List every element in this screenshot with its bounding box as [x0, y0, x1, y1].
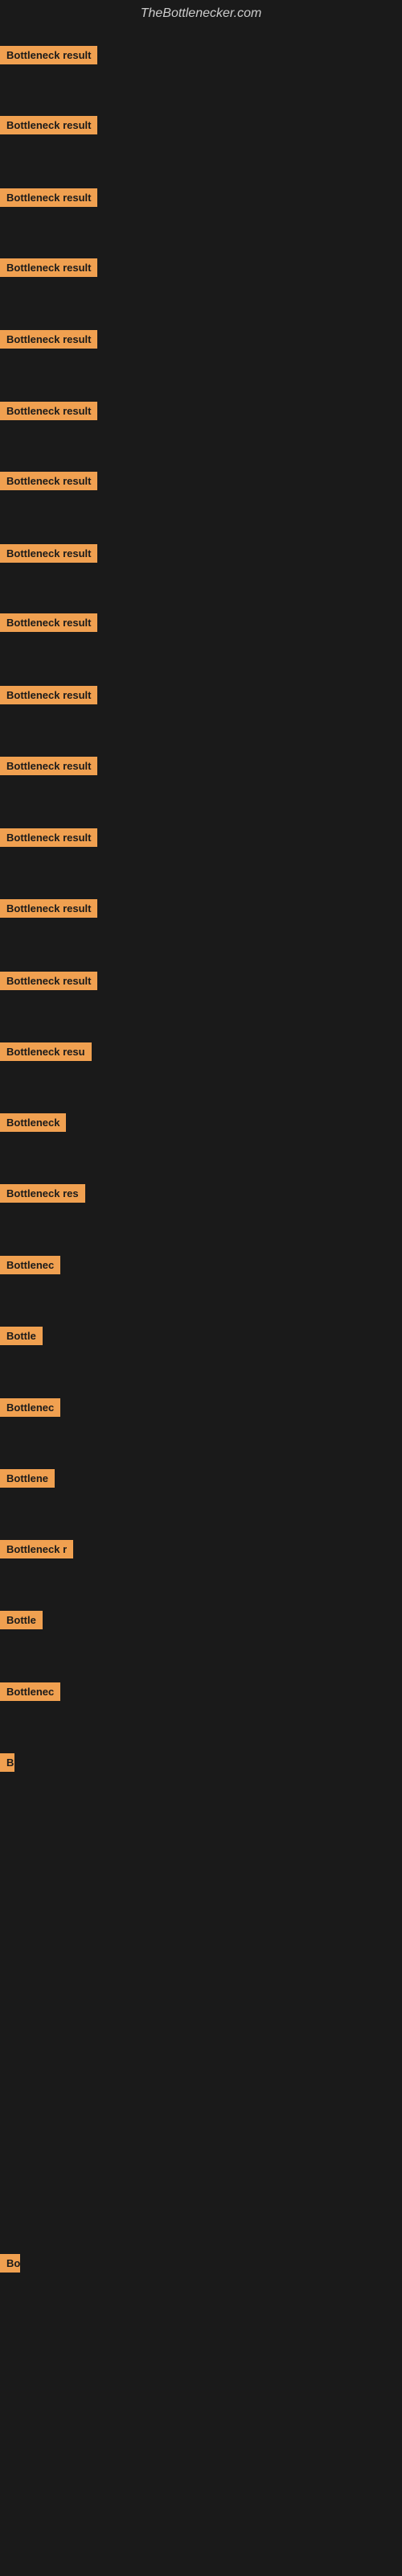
- bottleneck-badge[interactable]: Bottleneck result: [0, 116, 97, 134]
- bottleneck-badge[interactable]: Bo: [0, 2254, 20, 2273]
- bottleneck-badge[interactable]: Bottlenec: [0, 1682, 60, 1701]
- bottleneck-badge[interactable]: Bottle: [0, 1327, 43, 1345]
- bottleneck-item: Bo: [0, 2254, 20, 2273]
- bottleneck-badge[interactable]: Bottleneck result: [0, 258, 97, 277]
- bottleneck-item: Bottleneck result: [0, 828, 97, 847]
- bottleneck-item: Bottleneck result: [0, 899, 97, 918]
- bottleneck-badge[interactable]: Bottlenec: [0, 1256, 60, 1274]
- bottleneck-badge[interactable]: Bottleneck result: [0, 188, 97, 207]
- bottleneck-badge[interactable]: Bottleneck result: [0, 757, 97, 775]
- bottleneck-badge[interactable]: Bottleneck result: [0, 686, 97, 704]
- bottleneck-badge[interactable]: Bottlene: [0, 1469, 55, 1488]
- bottleneck-item: Bottlenec: [0, 1682, 60, 1701]
- bottleneck-badge[interactable]: Bottleneck result: [0, 472, 97, 490]
- bottleneck-badge[interactable]: Bottleneck res: [0, 1184, 85, 1203]
- bottleneck-item: Bottle: [0, 1327, 43, 1345]
- bottleneck-badge[interactable]: Bottleneck result: [0, 402, 97, 420]
- bottleneck-badge[interactable]: Bottleneck result: [0, 330, 97, 349]
- bottleneck-badge[interactable]: B: [0, 1753, 14, 1772]
- bottleneck-badge[interactable]: Bottleneck result: [0, 544, 97, 563]
- bottleneck-item: Bottleneck result: [0, 46, 97, 64]
- bottleneck-badge[interactable]: Bottle: [0, 1611, 43, 1629]
- bottleneck-badge[interactable]: Bottleneck result: [0, 613, 97, 632]
- bottleneck-item: Bottlenec: [0, 1398, 60, 1417]
- bottleneck-badge[interactable]: Bottleneck result: [0, 828, 97, 847]
- bottleneck-badge[interactable]: Bottleneck r: [0, 1540, 73, 1558]
- bottleneck-item: Bottleneck result: [0, 686, 97, 704]
- bottleneck-item: Bottleneck result: [0, 544, 97, 563]
- bottleneck-badge[interactable]: Bottlenec: [0, 1398, 60, 1417]
- bottleneck-badge[interactable]: Bottleneck result: [0, 46, 97, 64]
- bottleneck-item: Bottleneck result: [0, 330, 97, 349]
- bottleneck-item: Bottleneck result: [0, 472, 97, 490]
- site-title: TheBottlenecker.com: [0, 0, 402, 27]
- bottleneck-item: Bottleneck result: [0, 116, 97, 134]
- bottleneck-badge[interactable]: Bottleneck result: [0, 972, 97, 990]
- bottleneck-item: Bottleneck result: [0, 757, 97, 775]
- bottleneck-badge[interactable]: Bottleneck: [0, 1113, 66, 1132]
- bottleneck-item: Bottlenec: [0, 1256, 60, 1274]
- bottleneck-item: Bottleneck result: [0, 613, 97, 632]
- bottleneck-item: Bottleneck res: [0, 1184, 85, 1203]
- bottleneck-badge[interactable]: Bottleneck resu: [0, 1042, 92, 1061]
- bottleneck-item: Bottleneck result: [0, 258, 97, 277]
- bottleneck-item: Bottleneck result: [0, 402, 97, 420]
- bottleneck-item: Bottleneck resu: [0, 1042, 92, 1061]
- bottleneck-item: Bottleneck r: [0, 1540, 73, 1558]
- bottleneck-item: Bottleneck result: [0, 188, 97, 207]
- bottleneck-badge[interactable]: Bottleneck result: [0, 899, 97, 918]
- bottleneck-item: B: [0, 1753, 14, 1772]
- bottleneck-item: Bottlene: [0, 1469, 55, 1488]
- bottleneck-item: Bottle: [0, 1611, 43, 1629]
- bottleneck-item: Bottleneck: [0, 1113, 66, 1132]
- bottleneck-item: Bottleneck result: [0, 972, 97, 990]
